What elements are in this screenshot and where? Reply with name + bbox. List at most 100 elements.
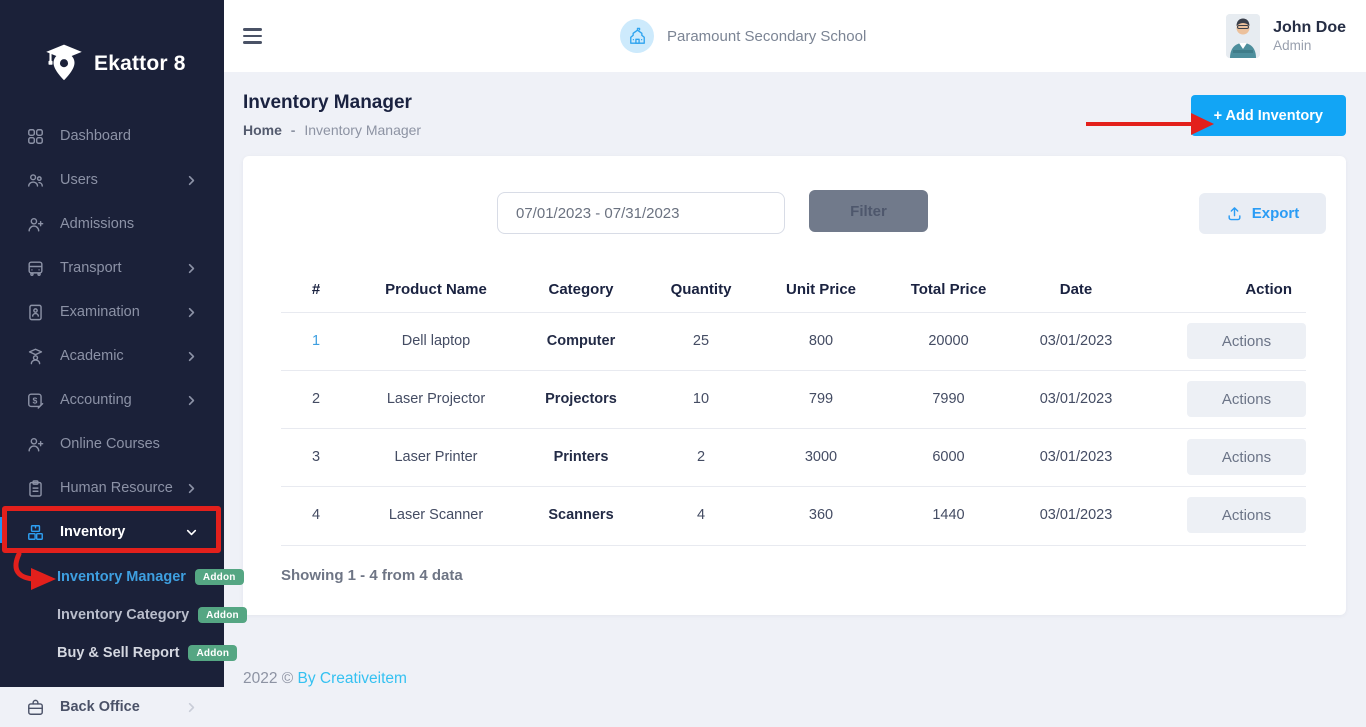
sidebar-item-label: Inventory [60, 524, 125, 540]
cell-number: 1 [281, 312, 351, 370]
sidebar: Ekattor 8 Dashboard Users Admissions [0, 0, 224, 687]
breadcrumb-separator: - [291, 122, 296, 138]
table-header-cell: Total Price [881, 268, 1016, 312]
table-body: 1 Dell laptop Computer 25 800 20000 03/0… [281, 312, 1306, 544]
sidebar-item[interactable]: Inventory [0, 510, 224, 554]
cell-product-name: Laser Projector [351, 370, 521, 428]
user-menu[interactable]: John Doe Admin [1226, 0, 1346, 72]
cell-quantity: 25 [641, 312, 761, 370]
menu-toggle-icon[interactable] [243, 26, 265, 46]
inventory-card: Filter Export #Product NameCategoryQuant… [243, 156, 1346, 615]
app-logo[interactable]: Ekattor 8 [0, 0, 224, 100]
chevron-icon [185, 482, 198, 495]
sidebar-item-label: Admissions [60, 216, 134, 232]
row-actions-button[interactable]: Actions [1187, 497, 1306, 533]
chevron-icon [185, 262, 198, 275]
sidebar-item-icon [26, 303, 45, 322]
sidebar-item-label: Dashboard [60, 128, 131, 144]
table-header-cell: Date [1016, 268, 1136, 312]
export-label: Export [1252, 205, 1300, 222]
chevron-icon [185, 306, 198, 319]
table-header-cell: Quantity [641, 268, 761, 312]
sidebar-item-icon [26, 347, 45, 366]
sidebar-item-icon [26, 171, 45, 190]
cell-category: Printers [521, 428, 641, 486]
breadcrumb-home-link[interactable]: Home [243, 122, 282, 138]
addon-badge: Addon [195, 569, 244, 585]
cell-date: 03/01/2023 [1016, 486, 1136, 544]
footer-credit-link[interactable]: By Creativeitem [298, 670, 407, 687]
row-actions-button[interactable]: Actions [1187, 381, 1306, 417]
cell-product-name: Laser Printer [351, 428, 521, 486]
submenu-item[interactable]: Inventory Manager Addon [0, 558, 224, 596]
sidebar-item[interactable]: Accounting [0, 378, 224, 422]
submenu-item[interactable]: Inventory Category Addon [0, 596, 224, 634]
sidebar-item[interactable]: Dashboard [0, 114, 224, 158]
sidebar-item[interactable]: Academic [0, 334, 224, 378]
briefcase-icon [26, 698, 45, 717]
sidebar-item-back-office[interactable]: Back Office [0, 687, 224, 727]
user-name: John Doe [1273, 18, 1346, 38]
cell-number: 2 [281, 370, 351, 428]
cell-product-name: Laser Scanner [351, 486, 521, 544]
sidebar-item-label: Human Resource [60, 480, 173, 496]
sidebar-item[interactable]: Transport [0, 246, 224, 290]
sidebar-item[interactable]: Online Courses [0, 422, 224, 466]
sidebar-item-label: Academic [60, 348, 124, 364]
cell-total-price: 20000 [881, 312, 1016, 370]
addon-badge: Addon [198, 607, 247, 623]
filter-button[interactable]: Filter [809, 190, 928, 232]
footer-year: 2022 © [243, 670, 293, 687]
cell-action: Actions [1136, 428, 1306, 486]
sidebar-item-icon [26, 127, 45, 146]
table-bottom-divider [281, 545, 1306, 546]
cell-quantity: 4 [641, 486, 761, 544]
footer: 2022 © By Creativeitem [243, 670, 407, 688]
submenu-item[interactable]: Buy & Sell Report Addon [0, 634, 224, 672]
table-header-cell: Product Name [351, 268, 521, 312]
sidebar-item[interactable]: Human Resource [0, 466, 224, 510]
user-text: John Doe Admin [1273, 18, 1346, 55]
sidebar-item-icon [26, 523, 45, 542]
breadcrumb: Home - Inventory Manager [243, 122, 421, 138]
active-menu-indicator [0, 517, 5, 543]
sidebar-item[interactable]: Examination [0, 290, 224, 334]
school-icon [620, 19, 654, 53]
inventory-submenu: Inventory Manager Addon Inventory Catego… [0, 558, 224, 672]
sidebar-item[interactable]: Admissions [0, 202, 224, 246]
sidebar-item-icon [26, 479, 45, 498]
sidebar-item-icon [26, 435, 45, 454]
cell-action: Actions [1136, 312, 1306, 370]
cell-date: 03/01/2023 [1016, 428, 1136, 486]
school-name: Paramount Secondary School [667, 28, 866, 45]
cell-unit-price: 800 [761, 312, 881, 370]
cell-number: 4 [281, 486, 351, 544]
cell-category: Scanners [521, 486, 641, 544]
cell-number: 3 [281, 428, 351, 486]
sidebar-item[interactable]: Users [0, 158, 224, 202]
cell-unit-price: 3000 [761, 428, 881, 486]
table-summary: Showing 1 - 4 from 4 data [281, 567, 463, 584]
table-header-cell: Unit Price [761, 268, 881, 312]
submenu-item-label: Buy & Sell Report [57, 645, 179, 661]
page-title: Inventory Manager [243, 92, 412, 114]
table-header-cell: # [281, 268, 351, 312]
cell-product-name: Dell laptop [351, 312, 521, 370]
add-inventory-button[interactable]: + Add Inventory [1191, 95, 1346, 136]
export-button[interactable]: Export [1199, 193, 1326, 234]
cell-unit-price: 799 [761, 370, 881, 428]
chevron-right-icon [185, 701, 198, 714]
cell-date: 03/01/2023 [1016, 370, 1136, 428]
sidebar-item-icon [26, 215, 45, 234]
chevron-icon [185, 350, 198, 363]
sidebar-item-label: Users [60, 172, 98, 188]
row-actions-button[interactable]: Actions [1187, 323, 1306, 359]
row-actions-button[interactable]: Actions [1187, 439, 1306, 475]
cell-action: Actions [1136, 486, 1306, 544]
cell-total-price: 7990 [881, 370, 1016, 428]
cell-action: Actions [1136, 370, 1306, 428]
submenu-item-label: Inventory Manager [57, 569, 186, 585]
cell-unit-price: 360 [761, 486, 881, 544]
date-range-input[interactable] [497, 192, 785, 234]
sidebar-item-icon [26, 259, 45, 278]
